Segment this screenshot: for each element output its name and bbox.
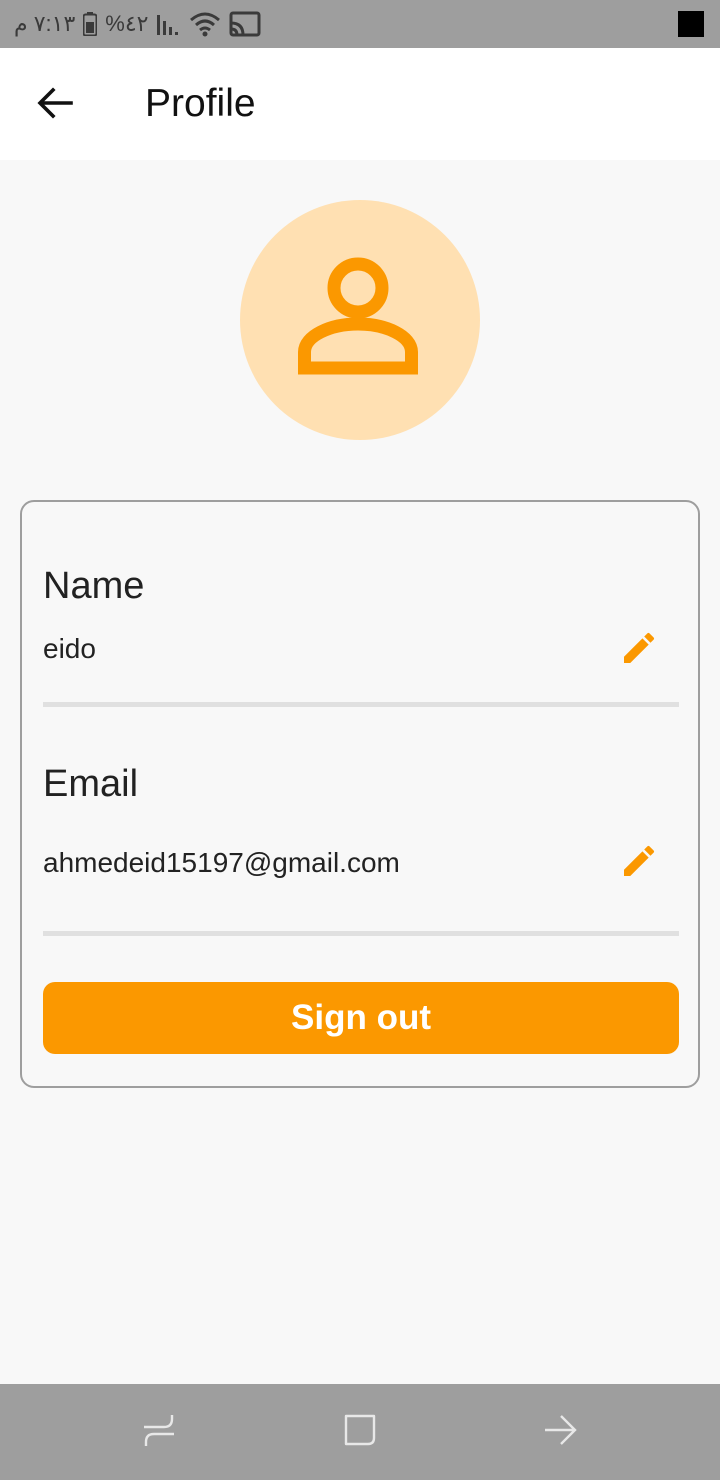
edit-email-button[interactable] xyxy=(616,840,662,886)
name-value: eido xyxy=(43,633,96,664)
status-time: ٧:١٣ م xyxy=(14,11,76,36)
signal-icon xyxy=(156,13,181,35)
avatar xyxy=(240,200,480,440)
status-bar: ٧:١٣ م %٤٢ xyxy=(0,0,720,48)
home-button[interactable] xyxy=(340,1412,380,1452)
pencil-edit-icon xyxy=(619,628,659,673)
arrow-back-icon xyxy=(37,86,73,124)
pencil-edit-icon xyxy=(619,841,659,886)
status-indicators: ٧:١٣ م %٤٢ xyxy=(14,8,261,40)
sign-out-button[interactable]: Sign out xyxy=(43,982,679,1054)
nav-back-icon xyxy=(543,1412,579,1453)
email-value: ahmedeid15197@gmail.com xyxy=(43,847,400,878)
recents-icon xyxy=(142,1413,176,1452)
nav-back-button[interactable] xyxy=(541,1412,581,1452)
battery-icon xyxy=(83,12,98,36)
navigation-bar xyxy=(0,1384,720,1480)
wifi-icon xyxy=(189,11,221,37)
app-bar: Profile xyxy=(0,48,720,160)
name-divider xyxy=(43,702,679,707)
cast-icon xyxy=(229,11,261,37)
name-label: Name xyxy=(43,565,145,607)
email-label: Email xyxy=(43,763,139,805)
page-title: Profile xyxy=(145,82,256,125)
notification-square-icon xyxy=(678,11,704,37)
person-outline-icon xyxy=(298,256,422,385)
edit-name-button[interactable] xyxy=(616,627,662,673)
back-button[interactable] xyxy=(26,76,84,134)
battery-percent: %٤٢ xyxy=(105,11,149,36)
recents-button[interactable] xyxy=(139,1412,179,1452)
home-icon xyxy=(342,1412,378,1453)
profile-card: Name eido Email ahmedeid15197@gmail.com … xyxy=(20,500,700,1088)
email-divider xyxy=(43,931,679,936)
